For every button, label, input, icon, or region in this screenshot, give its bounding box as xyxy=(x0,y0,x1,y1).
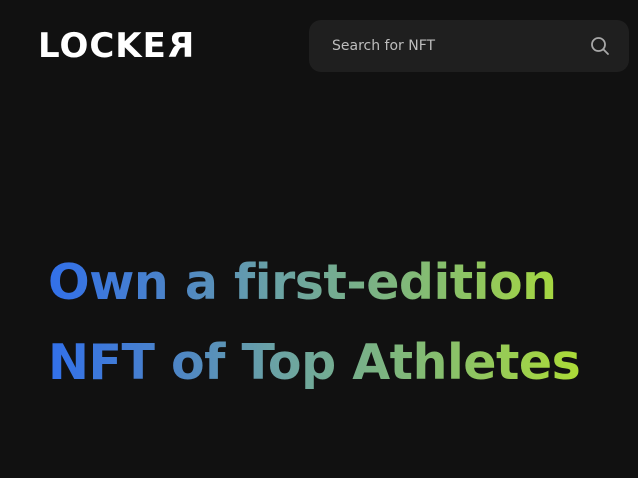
hero-headline: Own a first-edition NFT of Top Athletes xyxy=(48,243,608,403)
search-bar xyxy=(309,20,629,72)
logo-text: LOCKE xyxy=(38,26,167,66)
hero-line-1: Own a first-edition xyxy=(48,253,557,311)
page: LOCKER Own a first-edition NFT of Top At… xyxy=(0,0,638,478)
locker-logo[interactable]: LOCKE R xyxy=(38,26,195,66)
search-icon[interactable] xyxy=(590,36,610,56)
hero-line-2: NFT of Top Athletes xyxy=(48,333,581,391)
search-input[interactable] xyxy=(332,34,572,58)
logo-mirrored-letter: R xyxy=(166,26,195,66)
